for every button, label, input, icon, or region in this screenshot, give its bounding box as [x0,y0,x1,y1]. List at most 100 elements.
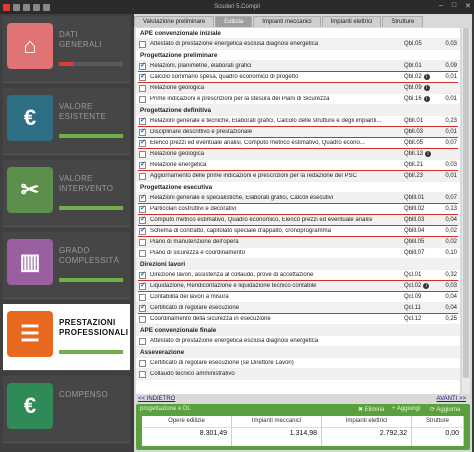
scrollbar[interactable] [462,28,470,394]
checkbox[interactable] [139,270,146,279]
list-item[interactable]: Relazioni generale e tecniche, Elaborati… [136,116,460,127]
list-item[interactable]: Liquidazione, Rendicontazione e liquidaz… [136,281,460,292]
checkbox[interactable] [139,95,146,103]
list-item[interactable]: Attestato di prestazione energetica escl… [136,336,460,347]
list-item[interactable]: Calcolo sommario spesa, quadro economico… [136,72,460,83]
list-item[interactable]: Piano di manutenzione dell'opera Qblll.05… [136,237,460,248]
summary-column-label: Strutture [425,418,449,424]
list-item[interactable]: Certificato di regolare esecuzione (se D… [136,358,460,369]
list-item[interactable]: Relazione geologica Qbll.13 i [136,149,460,160]
tab-strutture[interactable]: Strutture [382,16,424,27]
list-item[interactable]: Prime indicazioni e prescrizioni per la … [136,94,460,105]
progress-bar [59,350,123,354]
checkbox[interactable] [139,40,146,48]
delete-button[interactable]: ✖ Elimina [358,406,384,413]
list-item[interactable]: Coordinamento della sicurezza in esecuzi… [136,314,460,325]
section-header: Progettazione definitiva [136,105,460,116]
minimize-icon[interactable]: – [439,2,443,10]
list-item[interactable]: Direzione lavori, assistenza al collaudo… [136,270,460,281]
checkbox[interactable] [139,249,146,257]
tools-icon: ✂ [7,167,53,213]
list-item[interactable]: Certificato di regolare esecuzione Qcl.11… [136,303,460,314]
close-icon[interactable]: ✕ [465,2,471,10]
item-label: Relazioni generale e tecniche, Elaborati… [150,118,382,124]
back-link[interactable]: << INDIETRO [138,396,175,402]
list-item[interactable]: Relazione geologica Qbl.09 i [136,83,460,94]
item-label: Schema di contratto, capitolato speciale… [150,228,331,234]
checkbox[interactable] [139,293,146,301]
print-icon[interactable] [43,3,50,11]
tab-impianti-meccanici[interactable]: Impianti meccanici [253,16,321,27]
info-icon[interactable]: i [423,74,430,80]
sidebar-item-label: DATI GENERALI [59,30,102,49]
sidebar-item-intervento[interactable]: ✂ VALORE INTERVENTO [3,160,130,227]
checkbox[interactable] [139,150,146,158]
list-item[interactable]: Computo metrico estimativo, Quadro econo… [136,215,460,226]
info-icon[interactable]: i [425,151,432,157]
refresh-button[interactable]: ⟳ Aggiorna [430,406,460,413]
checkbox[interactable] [139,116,146,125]
checkbox[interactable] [139,303,146,312]
add-button[interactable]: + Aggiungi [392,406,420,412]
item-value: 0,25 [445,316,457,322]
checkbox[interactable] [139,359,146,367]
list-item[interactable]: Schema di contratto, capitolato speciale… [136,226,460,237]
sidebar-item-esistente[interactable]: € VALORE ESISTENTE [3,88,130,155]
item-code: Qbl.16 i [404,96,438,102]
checkbox[interactable] [139,370,146,378]
item-value: 0,07 [445,140,457,146]
tab-edilizia[interactable]: Edilizia [215,16,253,27]
item-label: Certificato di regolare esecuzione [150,305,240,311]
sidebar-item-label: VALORE INTERVENTO [59,174,114,193]
checkbox[interactable] [139,337,146,345]
list-item[interactable]: Piano di sicurezza e coordinamento Qblll.… [136,248,460,259]
list-item[interactable]: Elenco prezzi ed eventuale analisi, Comp… [136,138,460,149]
checkbox[interactable] [139,215,146,224]
checkbox[interactable] [139,127,146,136]
list-item[interactable]: Collaudo tecnico amministrativo [136,369,460,380]
item-value: 0,01 [445,173,457,179]
maximize-icon[interactable]: □ [452,2,456,10]
checkbox[interactable] [139,281,146,290]
checkbox[interactable] [139,61,146,70]
item-code: Qbl.01 [404,63,422,69]
checkbox[interactable] [139,138,146,147]
checkbox[interactable] [139,193,146,202]
item-label: Prime indicazioni e prescrizioni per la … [150,96,330,102]
list-item[interactable]: Disciplinare descrittivo e prestazionale… [136,127,460,138]
checkbox[interactable] [139,172,146,180]
checkbox[interactable] [139,160,146,169]
sidebar-item-professionali[interactable]: ☰ PRESTAZIONI PROFESSIONALI [3,304,130,371]
list-item[interactable]: Attestato di prestazione energetica escl… [136,39,460,50]
progress-bar [59,62,73,66]
list-item[interactable]: Contabilità dei lavori a misura Qcl.09 0,0… [136,292,460,303]
summary-column-label: Opere edilizie [168,418,205,424]
item-label: Aggiornamento delle prime indicazioni e … [150,173,357,179]
list-item[interactable]: Relazione energetica Qbll.21 0,03 [136,160,460,171]
checkbox[interactable] [139,238,146,246]
scrollbar-thumb[interactable] [463,28,469,378]
next-link[interactable]: AVANTI >> [437,396,466,402]
list-item[interactable]: Relazioni, planimetrie, elaborati grafic… [136,61,460,72]
item-value: 0,03 [445,283,457,289]
checkbox[interactable] [139,315,146,323]
info-icon[interactable]: i [423,283,430,289]
save-icon[interactable] [33,3,40,11]
sidebar-item-complessit[interactable]: ▥ GRADO COMPLESSITÀ [3,232,130,299]
info-icon[interactable]: i [423,96,430,102]
new-file-icon[interactable] [13,3,20,11]
checkbox[interactable] [139,226,146,235]
info-icon[interactable]: i [423,85,430,91]
checkbox[interactable] [139,72,146,81]
list-item[interactable]: Particolari costruttivi e decorativi Qbll… [136,204,460,215]
checkbox[interactable] [139,84,146,92]
tab-impianti-elettrici[interactable]: Impianti elettrici [321,16,382,27]
sidebar-item-compenso[interactable]: € COMPENSO [3,376,130,443]
sidebar-item-generali[interactable]: ⌂ DATI GENERALI [3,16,130,83]
item-label: Computo metrico estimativo, Quadro econo… [150,217,373,223]
tab-valutazione-preliminare[interactable]: Valutazione preliminare [134,16,215,27]
checkbox[interactable] [139,204,146,213]
list-item[interactable]: Aggiornamento delle prime indicazioni e … [136,171,460,182]
open-file-icon[interactable] [23,3,30,11]
list-item[interactable]: Relazioni generale e specialistiche, Ela… [136,193,460,204]
